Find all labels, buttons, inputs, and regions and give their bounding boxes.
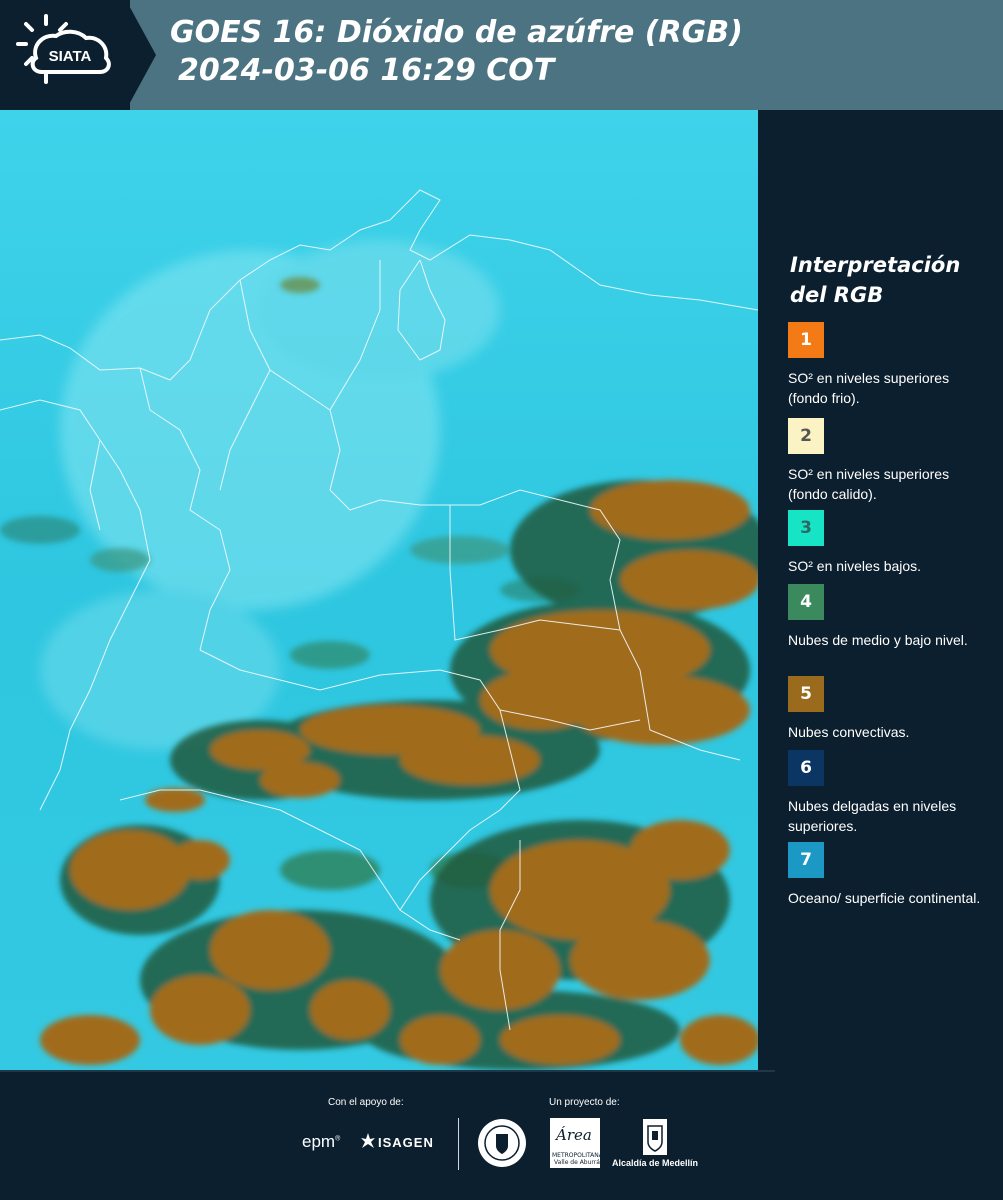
legend-text-4: Nubes de medio y bajo nivel. [788, 632, 968, 648]
legend-item-6: 6 Nubes delgadas en niveles superiores. [788, 750, 988, 836]
legend-text-5: Nubes convectivas. [788, 724, 910, 740]
logo-block: SIATA [0, 0, 130, 110]
epm-logo: epm® [302, 1132, 341, 1151]
legend-item-5: 5 Nubes convectivas. [788, 676, 988, 742]
alcaldia-name: Alcaldía de Medellín [612, 1158, 699, 1168]
legend-number-3: 3 [800, 518, 812, 538]
medellin-seal-icon [478, 1119, 526, 1167]
legend-number-1: 1 [800, 330, 812, 350]
legend-swatch-5: 5 [788, 676, 824, 712]
legend-text-3: SO² en niveles bajos. [788, 558, 922, 574]
amva-name: METROPOLITANA Valle de Aburrá [552, 1152, 603, 1166]
footer-vertical-divider [458, 1118, 459, 1170]
footer-divider-line [0, 1070, 775, 1072]
logo-arrow [126, 0, 156, 110]
legend-swatch-3: 3 [788, 510, 824, 546]
header-bar: SIATA GOES 16: Dióxido de azúfre (RGB) 2… [0, 0, 1003, 110]
legend-title-line-2: del RGB [790, 283, 884, 307]
legend-swatch-6: 6 [788, 750, 824, 786]
alcaldia-shield-icon [643, 1119, 667, 1155]
title-line-1: GOES 16: Dióxido de azúfre (RGB) [170, 15, 743, 50]
isagen-star-icon [361, 1133, 375, 1148]
legend-swatch-1: 1 [788, 322, 824, 358]
legend-item-3: 3 SO² en niveles bajos. [788, 510, 988, 576]
legend-number-7: 7 [800, 850, 812, 870]
isagen-logo-text: ISAGEN [378, 1135, 434, 1150]
map-graphic [0, 110, 758, 1070]
page-title: GOES 16: Dióxido de azúfre (RGB) 2024-03… [170, 14, 743, 90]
siata-logo-icon: SIATA [16, 14, 111, 84]
legend-text-6: Nubes delgadas en niveles superiores. [788, 798, 957, 834]
logo-text: SIATA [49, 48, 92, 65]
legend-item-1: 1 SO² en niveles superiores (fondo frio)… [788, 322, 988, 408]
epm-logo-text: epm [302, 1132, 336, 1151]
legend-text-1: SO² en niveles superiores (fondo frio). [788, 370, 950, 406]
support-label: Con el apoyo de: [328, 1097, 404, 1108]
legend-item-4: 4 Nubes de medio y bajo nivel. [788, 584, 988, 650]
title-line-2: 2024-03-06 16:29 COT [178, 53, 555, 88]
satellite-map [0, 110, 758, 1070]
legend-number-2: 2 [800, 426, 812, 446]
legend-swatch-4: 4 [788, 584, 824, 620]
legend-item-7: 7 Oceano/ superficie continental. [788, 842, 988, 908]
legend-swatch-2: 2 [788, 418, 824, 454]
legend-text-7: Oceano/ superficie continental. [788, 890, 981, 906]
footer: Con el apoyo de: Un proyecto de: epm® IS… [0, 1070, 1003, 1200]
legend-number-5: 5 [800, 684, 812, 704]
legend-number-4: 4 [800, 592, 812, 612]
legend-number-6: 6 [800, 758, 812, 778]
legend-text-2: SO² en niveles superiores (fondo calido)… [788, 466, 950, 502]
legend-swatch-7: 7 [788, 842, 824, 878]
legend-title: Interpretación del RGB [790, 250, 990, 310]
legend-panel: Interpretación del RGB 1 SO² en niveles … [758, 110, 1003, 1070]
project-label: Un proyecto de: [549, 1097, 620, 1108]
amva-logo-text: Área [556, 1126, 592, 1144]
legend-title-line-1: Interpretación [790, 253, 961, 277]
legend-item-2: 2 SO² en niveles superiores (fondo calid… [788, 418, 988, 504]
